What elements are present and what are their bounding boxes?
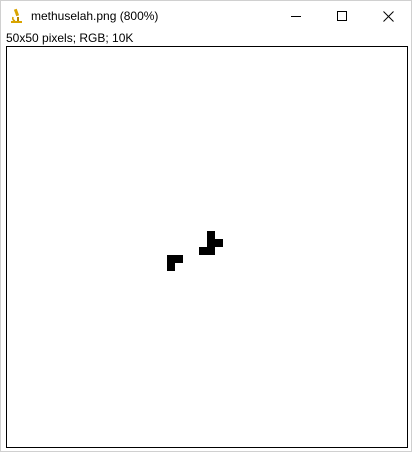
image-pixel xyxy=(175,255,183,263)
minimize-button[interactable] xyxy=(273,1,319,31)
image-info: 50x50 pixels; RGB; 10K xyxy=(6,31,134,45)
image-pixel xyxy=(215,239,223,247)
image-pixel xyxy=(199,247,207,255)
image-pixel xyxy=(207,247,215,255)
minimize-icon xyxy=(291,11,301,21)
close-button[interactable] xyxy=(365,1,411,31)
image-pixel xyxy=(207,239,215,247)
maximize-icon xyxy=(337,11,347,21)
close-icon xyxy=(382,10,394,22)
image-pixels xyxy=(167,231,223,271)
maximize-button[interactable] xyxy=(319,1,365,31)
microscope-icon[interactable] xyxy=(10,8,24,24)
title-bar[interactable]: methuselah.png (800%) xyxy=(1,1,411,31)
window-title: methuselah.png (800%) xyxy=(31,9,159,23)
image-pixel xyxy=(167,255,175,263)
image-window: methuselah.png (800%) 50x50 pixels; RGB;… xyxy=(0,0,412,452)
image-pixel xyxy=(207,231,215,239)
image-pixel xyxy=(167,263,175,271)
image-canvas[interactable] xyxy=(6,46,408,448)
